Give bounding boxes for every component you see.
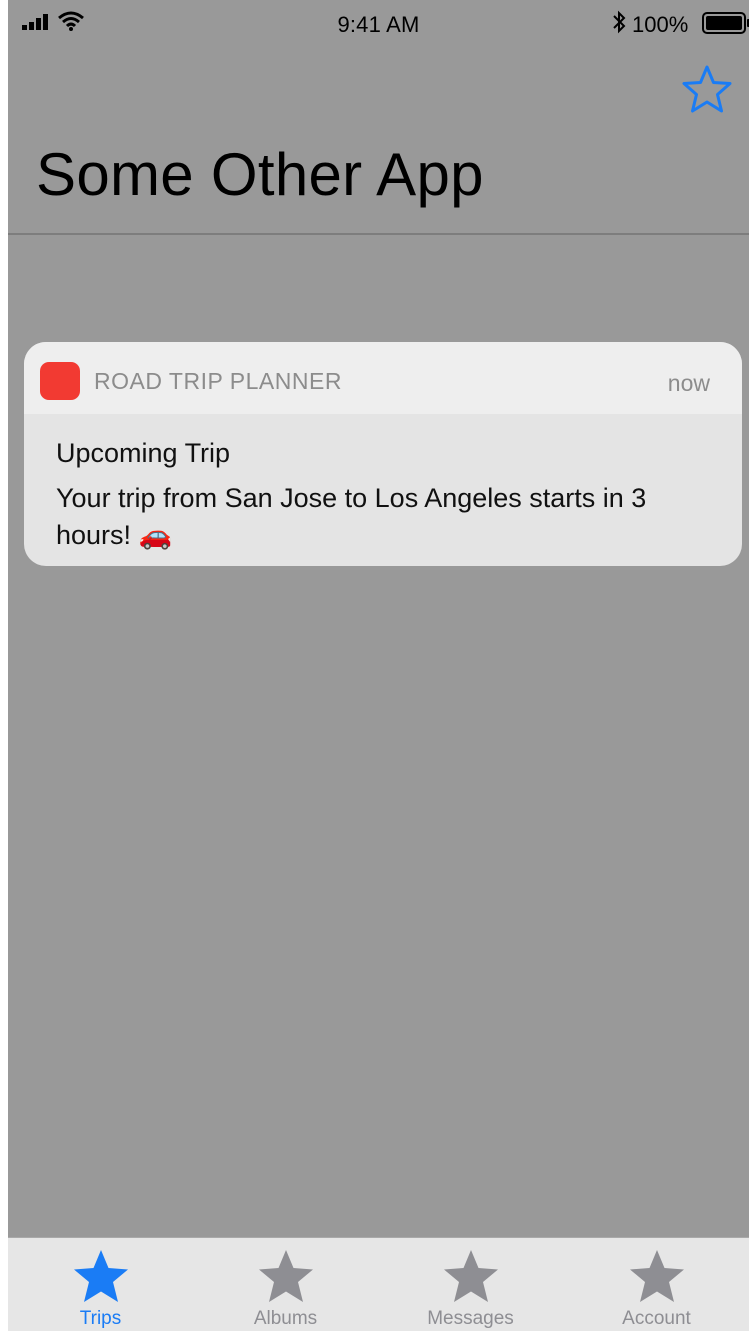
app-screen: 9:41 AM 100% Some Other App ROAD TRIP PL…	[8, 0, 749, 1331]
favorite-star-icon[interactable]	[681, 64, 733, 114]
tab-account[interactable]: Account	[564, 1238, 749, 1331]
tab-messages[interactable]: Messages	[378, 1238, 563, 1331]
notification-app-name: ROAD TRIP PLANNER	[94, 368, 342, 394]
tab-trips[interactable]: Trips	[8, 1238, 193, 1331]
bluetooth-icon	[613, 10, 626, 34]
star-icon	[74, 1250, 128, 1302]
star-icon	[259, 1250, 313, 1302]
notification-header: ROAD TRIP PLANNER now	[24, 342, 742, 414]
tab-albums[interactable]: Albums	[193, 1238, 378, 1331]
notification-time: now	[667, 370, 710, 396]
nav-divider	[8, 233, 749, 235]
star-icon	[630, 1250, 684, 1302]
tab-label: Trips	[79, 1308, 122, 1329]
tab-bar: Trips Albums Messages Account	[8, 1237, 749, 1331]
battery-percent: 100%	[632, 12, 689, 37]
tab-label: Albums	[253, 1308, 318, 1329]
tab-label: Account	[622, 1308, 691, 1329]
notification-banner[interactable]: ROAD TRIP PLANNER now Upcoming Trip Your…	[24, 342, 742, 566]
app-icon	[40, 362, 80, 400]
tab-label: Messages	[427, 1308, 514, 1329]
notification-title: Upcoming Trip	[56, 438, 231, 468]
star-icon	[444, 1250, 498, 1302]
battery-icon	[702, 12, 749, 34]
status-bar: 9:41 AM 100%	[8, 0, 749, 48]
notification-body: Your trip from San Jose to Los Angeles s…	[56, 483, 647, 550]
page-title: Some Other App	[36, 141, 484, 208]
